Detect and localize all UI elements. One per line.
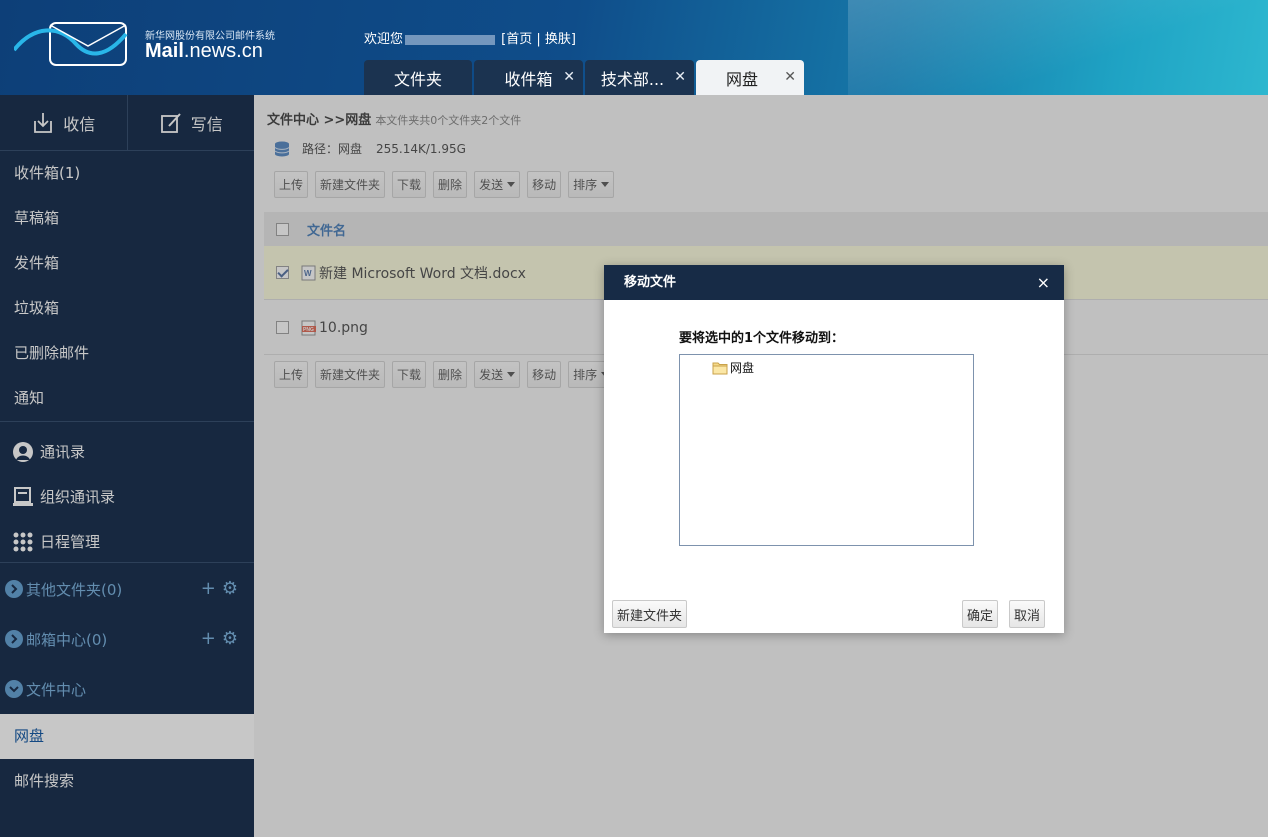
pencil-edit-icon <box>160 112 181 133</box>
compose-button[interactable]: 写信 <box>128 95 255 150</box>
receive-button[interactable]: 收信 <box>0 95 128 150</box>
tab-folders[interactable]: 文件夹 <box>364 60 472 95</box>
tab-netdisk[interactable]: 网盘 ✕ <box>696 60 804 95</box>
gear-icon[interactable]: ⚙ <box>222 630 238 648</box>
home-link[interactable]: [首页 <box>501 32 532 47</box>
close-icon[interactable]: × <box>1037 265 1050 300</box>
welcome-bar: 欢迎您 [首页 | 换肤] <box>364 32 576 47</box>
masked-username <box>405 34 496 45</box>
chevron-down-icon <box>5 680 23 698</box>
folder-icon <box>712 362 728 374</box>
close-icon[interactable]: ✕ <box>563 69 575 85</box>
dialog-title: 移动文件 <box>624 275 677 290</box>
dialog-prompt: 要将选中的1个文件移动到： <box>679 331 845 346</box>
sidebar-group-file-center[interactable]: 文件中心 <box>0 664 254 714</box>
switch-skin-link[interactable]: 换肤] <box>545 32 576 47</box>
sidebar-item-notices[interactable]: 通知 <box>0 376 254 421</box>
sidebar-item-inbox[interactable]: 收件箱(1) <box>0 151 254 196</box>
tab-bar: 文件夹 收件箱 ✕ 技术部... ✕ 网盘 ✕ <box>364 60 806 95</box>
sidebar-group-other-folders[interactable]: 其他文件夹(0) + ⚙ <box>0 564 254 614</box>
close-icon[interactable]: ✕ <box>784 69 796 85</box>
contact-person-icon <box>13 441 33 462</box>
sidebar-item-contacts[interactable]: 通讯录 <box>0 429 254 474</box>
close-icon[interactable]: ✕ <box>674 69 686 85</box>
cancel-button[interactable]: 取消 <box>1009 600 1046 628</box>
sidebar-item-sent[interactable]: 发件箱 <box>0 241 254 286</box>
logo-wordmark: Mail.news.cn <box>145 40 263 62</box>
folder-tree[interactable]: 网盘 <box>679 354 974 546</box>
dialog-new-folder-button[interactable]: 新建文件夹 <box>612 600 688 628</box>
tab-inbox[interactable]: 收件箱 ✕ <box>474 60 583 95</box>
chevron-right-icon <box>5 630 23 648</box>
confirm-button[interactable]: 确定 <box>962 600 999 628</box>
tree-node-netdisk[interactable]: 网盘 <box>712 359 754 376</box>
sidebar-item-drafts[interactable]: 草稿箱 <box>0 196 254 241</box>
grid-dots-icon <box>13 532 33 551</box>
logo <box>12 20 128 72</box>
sidebar-item-mail-search[interactable]: 邮件搜索 <box>0 759 254 804</box>
add-icon[interactable]: + <box>201 630 216 648</box>
sidebar-item-netdisk[interactable]: 网盘 <box>0 714 254 759</box>
org-directory-icon <box>13 486 33 506</box>
tab-tech-dept[interactable]: 技术部... ✕ <box>585 60 694 95</box>
inbox-download-icon <box>34 112 53 133</box>
sidebar-item-calendar[interactable]: 日程管理 <box>0 519 254 564</box>
chevron-right-icon <box>5 580 23 598</box>
add-icon[interactable]: + <box>201 580 216 598</box>
move-file-dialog: 移动文件 × 要将选中的1个文件移动到： 网盘 新建文件夹 确定 取消 <box>604 265 1064 633</box>
sidebar-group-mailbox-center[interactable]: 邮箱中心(0) + ⚙ <box>0 614 254 664</box>
gear-icon[interactable]: ⚙ <box>222 580 238 598</box>
mail-logo-icon <box>12 22 128 66</box>
dialog-title-bar: 移动文件 × <box>604 265 1064 300</box>
sidebar-item-org-contacts[interactable]: 组织通讯录 <box>0 474 254 519</box>
sidebar-item-spam[interactable]: 垃圾箱 <box>0 286 254 331</box>
sidebar-item-deleted[interactable]: 已删除邮件 <box>0 331 254 376</box>
app-header: 新华网股份有限公司邮件系统 Mail.news.cn 欢迎您 [首页 | 换肤]… <box>0 0 1268 95</box>
sidebar: 收信 写信 收件箱(1) 草稿箱 发件箱 垃圾箱 已删除邮件 通知 通讯录 组织… <box>0 95 254 837</box>
